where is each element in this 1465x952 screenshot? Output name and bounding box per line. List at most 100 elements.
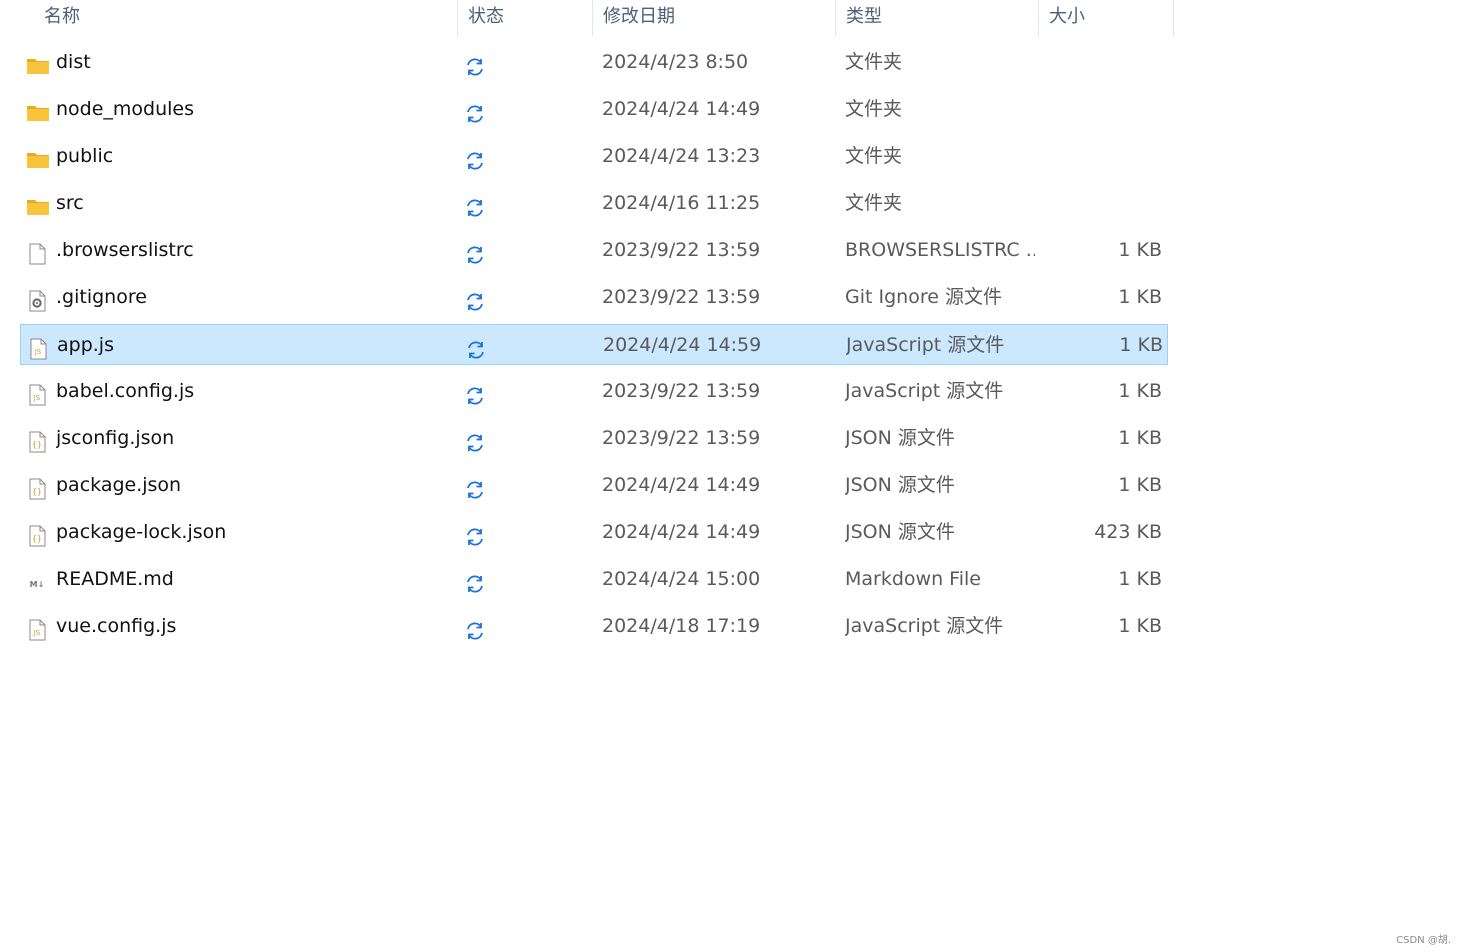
sync-pending-icon <box>464 616 486 640</box>
file-size: 1 KB <box>1118 615 1162 637</box>
folder-icon <box>26 145 50 168</box>
file-row[interactable]: M↓ README.md 2024/4/24 15:00 Markdown File 1… <box>20 559 1168 600</box>
file-name[interactable]: babel.config.js <box>56 371 456 412</box>
file-date-modified: 2024/4/24 14:49 <box>602 474 761 496</box>
file-name[interactable]: app.js <box>57 325 457 366</box>
column-header: ˄ 名称 状态 修改日期 类型 大小 <box>0 0 1175 36</box>
json-file-icon: {} <box>26 427 50 453</box>
file-row[interactable]: dist 2024/4/23 8:50 文件夹 <box>20 42 1168 83</box>
file-name[interactable]: public <box>56 136 456 177</box>
file-date-modified: 2024/4/24 13:23 <box>602 145 761 167</box>
file-row[interactable]: JS babel.config.js 2023/9/22 13:59 JavaScri… <box>20 371 1168 412</box>
file-row[interactable]: JS app.js 2024/4/24 14:59 JavaScript 源文件 1 K… <box>20 324 1168 365</box>
file-size: 1 KB <box>1118 474 1162 496</box>
file-row[interactable]: {} package.json 2024/4/24 14:49 JSON 源文件 1 K… <box>20 465 1168 506</box>
sync-pending-icon <box>464 146 486 170</box>
file-name[interactable]: src <box>56 183 456 224</box>
file-name[interactable]: .browserslistrc <box>56 230 456 271</box>
column-header-name[interactable]: 名称 <box>34 0 458 36</box>
js-file-icon: JS <box>27 334 51 360</box>
sync-pending-icon <box>464 99 486 123</box>
file-type: JavaScript 源文件 <box>845 615 1004 637</box>
file-date-modified: 2024/4/24 15:00 <box>602 568 761 590</box>
column-header-type[interactable]: 类型 <box>836 0 1039 36</box>
file-icon-cell <box>26 277 50 318</box>
file-name[interactable]: dist <box>56 42 456 83</box>
file-date-modified: 2023/9/22 13:59 <box>602 427 761 449</box>
sync-pending-icon <box>464 381 486 405</box>
status-cell <box>464 183 488 224</box>
file-type: JavaScript 源文件 <box>845 380 1004 402</box>
status-cell <box>464 136 488 177</box>
file-date-modified: 2024/4/18 17:19 <box>602 615 761 637</box>
file-icon-cell <box>26 89 50 130</box>
file-name[interactable]: README.md <box>56 559 456 600</box>
svg-text:M↓: M↓ <box>30 580 45 589</box>
file-type: JSON 源文件 <box>845 427 955 449</box>
js-file-icon: JS <box>26 380 50 406</box>
file-size <box>1040 42 1162 83</box>
folder-icon <box>26 51 50 74</box>
file-icon-cell: JS <box>27 325 51 366</box>
column-header-status[interactable]: 状态 <box>458 0 593 36</box>
file-icon-cell <box>26 230 50 271</box>
settings-file-icon <box>26 286 50 312</box>
status-cell <box>464 89 488 130</box>
file-name[interactable]: package.json <box>56 465 456 506</box>
file-icon-cell <box>26 136 50 177</box>
folder-icon <box>26 192 50 215</box>
file-row[interactable]: .gitignore 2023/9/22 13:59 Git Ignore 源文件 1… <box>20 277 1168 318</box>
file-size: 1 KB <box>1118 380 1162 402</box>
file-size <box>1040 89 1162 130</box>
file-size: 1 KB <box>1119 334 1163 356</box>
status-cell <box>464 418 488 459</box>
file-icon-cell <box>26 42 50 83</box>
file-size: 1 KB <box>1118 239 1162 261</box>
file-name[interactable]: .gitignore <box>56 277 456 318</box>
column-header-size[interactable]: 大小 <box>1039 0 1174 36</box>
svg-text:JS: JS <box>33 629 41 637</box>
file-icon-cell: {} <box>26 465 50 506</box>
markdown-file-icon: M↓ <box>26 568 50 590</box>
file-icon-cell: JS <box>26 371 50 412</box>
file-size: 1 KB <box>1118 427 1162 449</box>
file-name[interactable]: node_modules <box>56 89 456 130</box>
file-type: JSON 源文件 <box>845 474 955 496</box>
svg-text:JS: JS <box>33 394 41 402</box>
file-name[interactable]: package-lock.json <box>56 512 456 553</box>
sync-pending-icon <box>464 522 486 546</box>
file-row[interactable]: {} package-lock.json 2024/4/24 14:49 JSON 源… <box>20 512 1168 553</box>
file-date-modified: 2024/4/24 14:49 <box>602 98 761 120</box>
file-name[interactable]: vue.config.js <box>56 606 456 647</box>
file-type: 文件夹 <box>845 98 903 120</box>
column-header-date-modified[interactable]: 修改日期 <box>593 0 836 36</box>
watermark: CSDN @胡. <box>1396 935 1451 946</box>
status-cell <box>465 325 489 366</box>
file-row[interactable]: public 2024/4/24 13:23 文件夹 <box>20 136 1168 177</box>
file-row[interactable]: src 2024/4/16 11:25 文件夹 <box>20 183 1168 224</box>
file-row[interactable]: JS vue.config.js 2024/4/18 17:19 JavaScript… <box>20 606 1168 647</box>
file-size <box>1040 136 1162 177</box>
file-type: JSON 源文件 <box>845 521 955 543</box>
file-date-modified: 2024/4/24 14:59 <box>603 334 762 356</box>
sync-pending-icon <box>464 475 486 499</box>
file-type: Markdown File <box>845 568 981 590</box>
blank-file-icon <box>26 239 50 265</box>
file-type: BROWSERSLISTRC ... <box>845 239 1035 261</box>
file-icon-cell: JS <box>26 606 50 647</box>
file-icon-cell: M↓ <box>26 559 50 600</box>
file-row[interactable]: {} jsconfig.json 2023/9/22 13:59 JSON 源文件 1 … <box>20 418 1168 459</box>
file-row[interactable]: node_modules 2024/4/24 14:49 文件夹 <box>20 89 1168 130</box>
file-date-modified: 2023/9/22 13:59 <box>602 380 761 402</box>
sync-pending-icon <box>464 240 486 264</box>
sync-pending-icon <box>464 569 486 593</box>
sync-pending-icon <box>464 287 486 311</box>
file-size: 423 KB <box>1094 521 1162 543</box>
file-date-modified: 2023/9/22 13:59 <box>602 239 761 261</box>
status-cell <box>464 371 488 412</box>
file-row[interactable]: .browserslistrc 2023/9/22 13:59 BROWSERSLI… <box>20 230 1168 271</box>
status-cell <box>464 606 488 647</box>
file-name[interactable]: jsconfig.json <box>56 418 456 459</box>
svg-text:{}: {} <box>32 534 42 543</box>
status-cell <box>464 465 488 506</box>
